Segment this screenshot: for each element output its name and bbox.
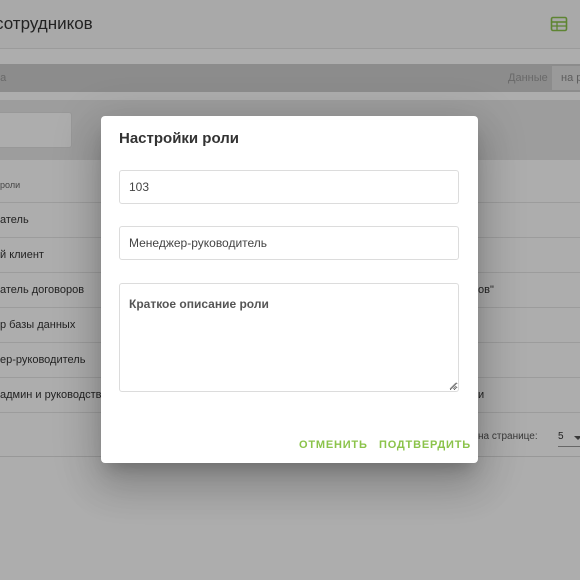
dialog-title: Настройки роли — [119, 130, 240, 147]
confirm-button[interactable]: ПОДТВЕРДИТЬ — [375, 434, 475, 456]
role-id-field[interactable] — [119, 170, 459, 204]
role-description-field[interactable] — [119, 283, 459, 392]
role-name-field[interactable] — [119, 226, 459, 260]
role-settings-dialog: Настройки роли ОТМЕНИТЬ ПОДТВЕРДИТЬ — [101, 116, 478, 463]
cancel-button[interactable]: ОТМЕНИТЬ — [295, 434, 372, 456]
